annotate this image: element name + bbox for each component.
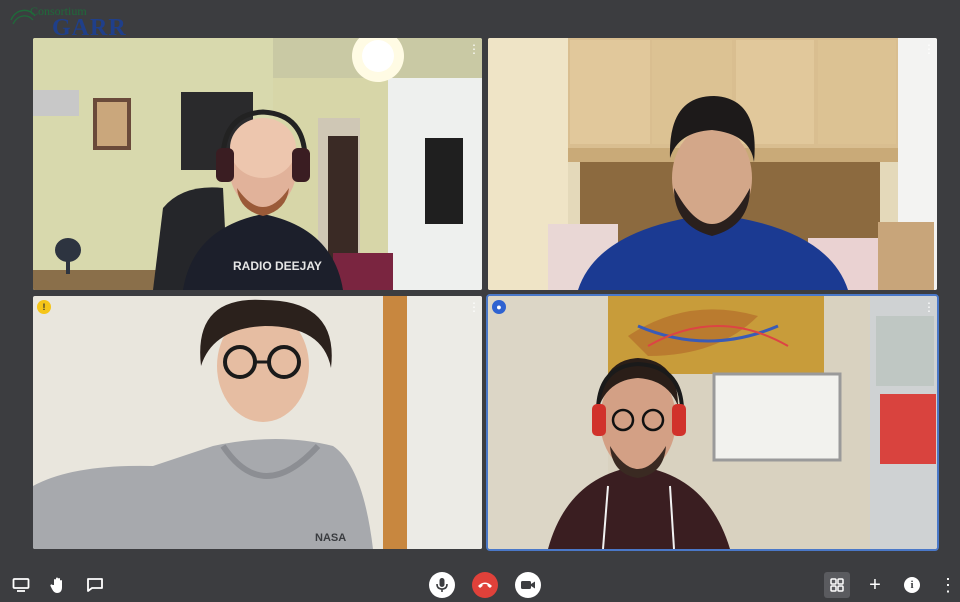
participant-1-video: RADIO DEEJAY — [33, 38, 482, 290]
chat-icon[interactable] — [84, 574, 106, 596]
video-tile-participant-3[interactable]: NASA ! ⋮ — [33, 296, 482, 549]
tile-menu-icon[interactable]: ⋮ — [468, 42, 480, 58]
tile-menu-icon[interactable]: ⋮ — [468, 300, 480, 316]
raise-hand-icon[interactable] — [47, 574, 69, 596]
video-tile-participant-1[interactable]: RADIO DEEJAY ⋮ — [33, 38, 482, 290]
hoodie-print: NASA — [315, 532, 346, 544]
microphone-icon[interactable] — [429, 572, 455, 598]
speaker-badge-icon: ● — [492, 300, 506, 314]
shirt-print: RADIO DEEJAY — [233, 259, 322, 273]
video-tile-participant-4[interactable]: ● ⋮ — [486, 294, 939, 551]
info-icon[interactable]: i — [901, 574, 923, 596]
video-tile-participant-2[interactable]: ⋮ — [488, 38, 937, 290]
participant-3-video: NASA — [33, 296, 482, 549]
invite-icon[interactable]: + — [864, 574, 886, 596]
tile-menu-icon[interactable]: ⋮ — [923, 300, 935, 316]
info-glyph: i — [904, 577, 920, 593]
tile-view-icon[interactable] — [824, 572, 850, 598]
hangup-icon[interactable] — [472, 572, 498, 598]
meeting-toolbar: + i ⋮ — [0, 566, 960, 602]
camera-icon[interactable] — [515, 572, 541, 598]
more-icon[interactable]: ⋮ — [938, 574, 958, 596]
participant-2-video — [488, 38, 937, 290]
screen-share-icon[interactable] — [10, 574, 32, 596]
warning-badge-icon: ! — [37, 300, 51, 314]
consortium-garr-logo: Consortium GARR — [6, 2, 146, 42]
tile-menu-icon[interactable]: ⋮ — [923, 42, 935, 58]
participant-4-video — [488, 296, 937, 549]
